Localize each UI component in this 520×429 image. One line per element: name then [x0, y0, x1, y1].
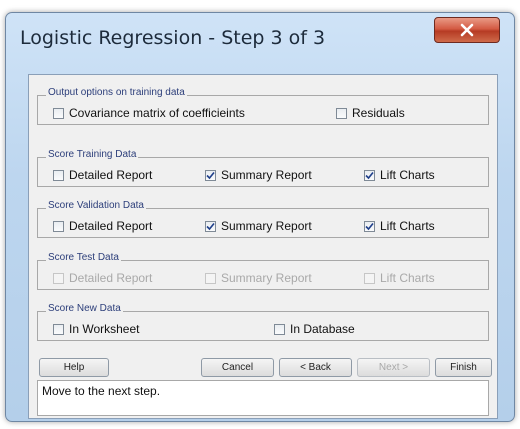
- group-score-training: Score Training Data Detailed Report Summ…: [37, 149, 489, 187]
- checkbox-box[interactable]: [364, 272, 375, 284]
- checkbox-label: Covariance matrix of coefficieints: [69, 106, 245, 120]
- help-button[interactable]: Help: [39, 358, 109, 377]
- group-legend: Score Test Data: [46, 252, 121, 263]
- checkmark-icon: [206, 222, 215, 230]
- validation-summary-report-checkbox[interactable]: Summary Report: [205, 219, 312, 233]
- group-legend: Output options on training data: [46, 87, 187, 98]
- checkbox-box[interactable]: [53, 220, 64, 232]
- test-lift-charts-checkbox[interactable]: Lift Charts: [364, 271, 435, 285]
- group-legend: Score Validation Data: [46, 200, 146, 211]
- in-worksheet-checkbox[interactable]: In Worksheet: [53, 322, 139, 336]
- checkmark-icon: [365, 222, 374, 230]
- close-icon: [460, 23, 474, 37]
- window-title: Logistic Regression - Step 3 of 3: [20, 27, 326, 49]
- covariance-matrix-checkbox[interactable]: Covariance matrix of coefficieints: [53, 106, 245, 120]
- checkbox-label: Summary Report: [221, 168, 312, 182]
- checkbox-box[interactable]: [53, 323, 64, 335]
- checkbox-label: Detailed Report: [69, 168, 153, 182]
- checkbox-box[interactable]: [53, 169, 64, 181]
- group-output-options: Output options on training data Covarian…: [37, 87, 489, 125]
- checkbox-label: Summary Report: [221, 219, 312, 233]
- group-score-test: Score Test Data Detailed Report Summary …: [37, 252, 489, 290]
- checkbox-label: Lift Charts: [380, 168, 435, 182]
- dialog-window: Logistic Regression - Step 3 of 3 Output…: [5, 12, 515, 422]
- checkbox-box[interactable]: [205, 220, 216, 232]
- checkbox-label: In Database: [290, 322, 355, 336]
- checkbox-label: Detailed Report: [69, 219, 153, 233]
- checkbox-box[interactable]: [364, 220, 375, 232]
- group-legend: Score Training Data: [46, 149, 139, 160]
- validation-lift-charts-checkbox[interactable]: Lift Charts: [364, 219, 435, 233]
- checkbox-label: In Worksheet: [69, 322, 140, 336]
- group-score-new: Score New Data In Worksheet In Database: [37, 303, 489, 341]
- checkbox-box[interactable]: [274, 323, 285, 335]
- status-message: Move to the next step.: [42, 384, 161, 398]
- status-message-box: Move to the next step.: [37, 380, 489, 416]
- residuals-checkbox[interactable]: Residuals: [336, 106, 405, 120]
- group-score-validation: Score Validation Data Detailed Report Su…: [37, 200, 489, 238]
- test-detailed-report-checkbox[interactable]: Detailed Report: [53, 271, 152, 285]
- checkmark-icon: [206, 171, 215, 179]
- in-database-checkbox[interactable]: In Database: [274, 322, 355, 336]
- training-detailed-report-checkbox[interactable]: Detailed Report: [53, 168, 152, 182]
- checkbox-box[interactable]: [205, 272, 216, 284]
- checkbox-label: Residuals: [352, 106, 405, 120]
- validation-detailed-report-checkbox[interactable]: Detailed Report: [53, 219, 152, 233]
- back-button[interactable]: < Back: [279, 358, 352, 377]
- checkbox-box[interactable]: [205, 169, 216, 181]
- training-lift-charts-checkbox[interactable]: Lift Charts: [364, 168, 435, 182]
- checkbox-box[interactable]: [53, 107, 64, 119]
- dialog-client-area: Output options on training data Covarian…: [28, 74, 498, 419]
- cancel-button[interactable]: Cancel: [201, 358, 274, 377]
- checkbox-label: Summary Report: [221, 271, 312, 285]
- close-button[interactable]: [434, 17, 500, 43]
- test-summary-report-checkbox[interactable]: Summary Report: [205, 271, 312, 285]
- finish-button[interactable]: Finish: [435, 358, 492, 377]
- checkmark-icon: [365, 171, 374, 179]
- checkbox-box[interactable]: [336, 107, 347, 119]
- checkbox-label: Detailed Report: [69, 271, 153, 285]
- next-button[interactable]: Next >: [357, 358, 430, 377]
- checkbox-label: Lift Charts: [380, 271, 435, 285]
- training-summary-report-checkbox[interactable]: Summary Report: [205, 168, 312, 182]
- group-legend: Score New Data: [46, 303, 123, 314]
- checkbox-label: Lift Charts: [380, 219, 435, 233]
- checkbox-box[interactable]: [364, 169, 375, 181]
- checkbox-box[interactable]: [53, 272, 64, 284]
